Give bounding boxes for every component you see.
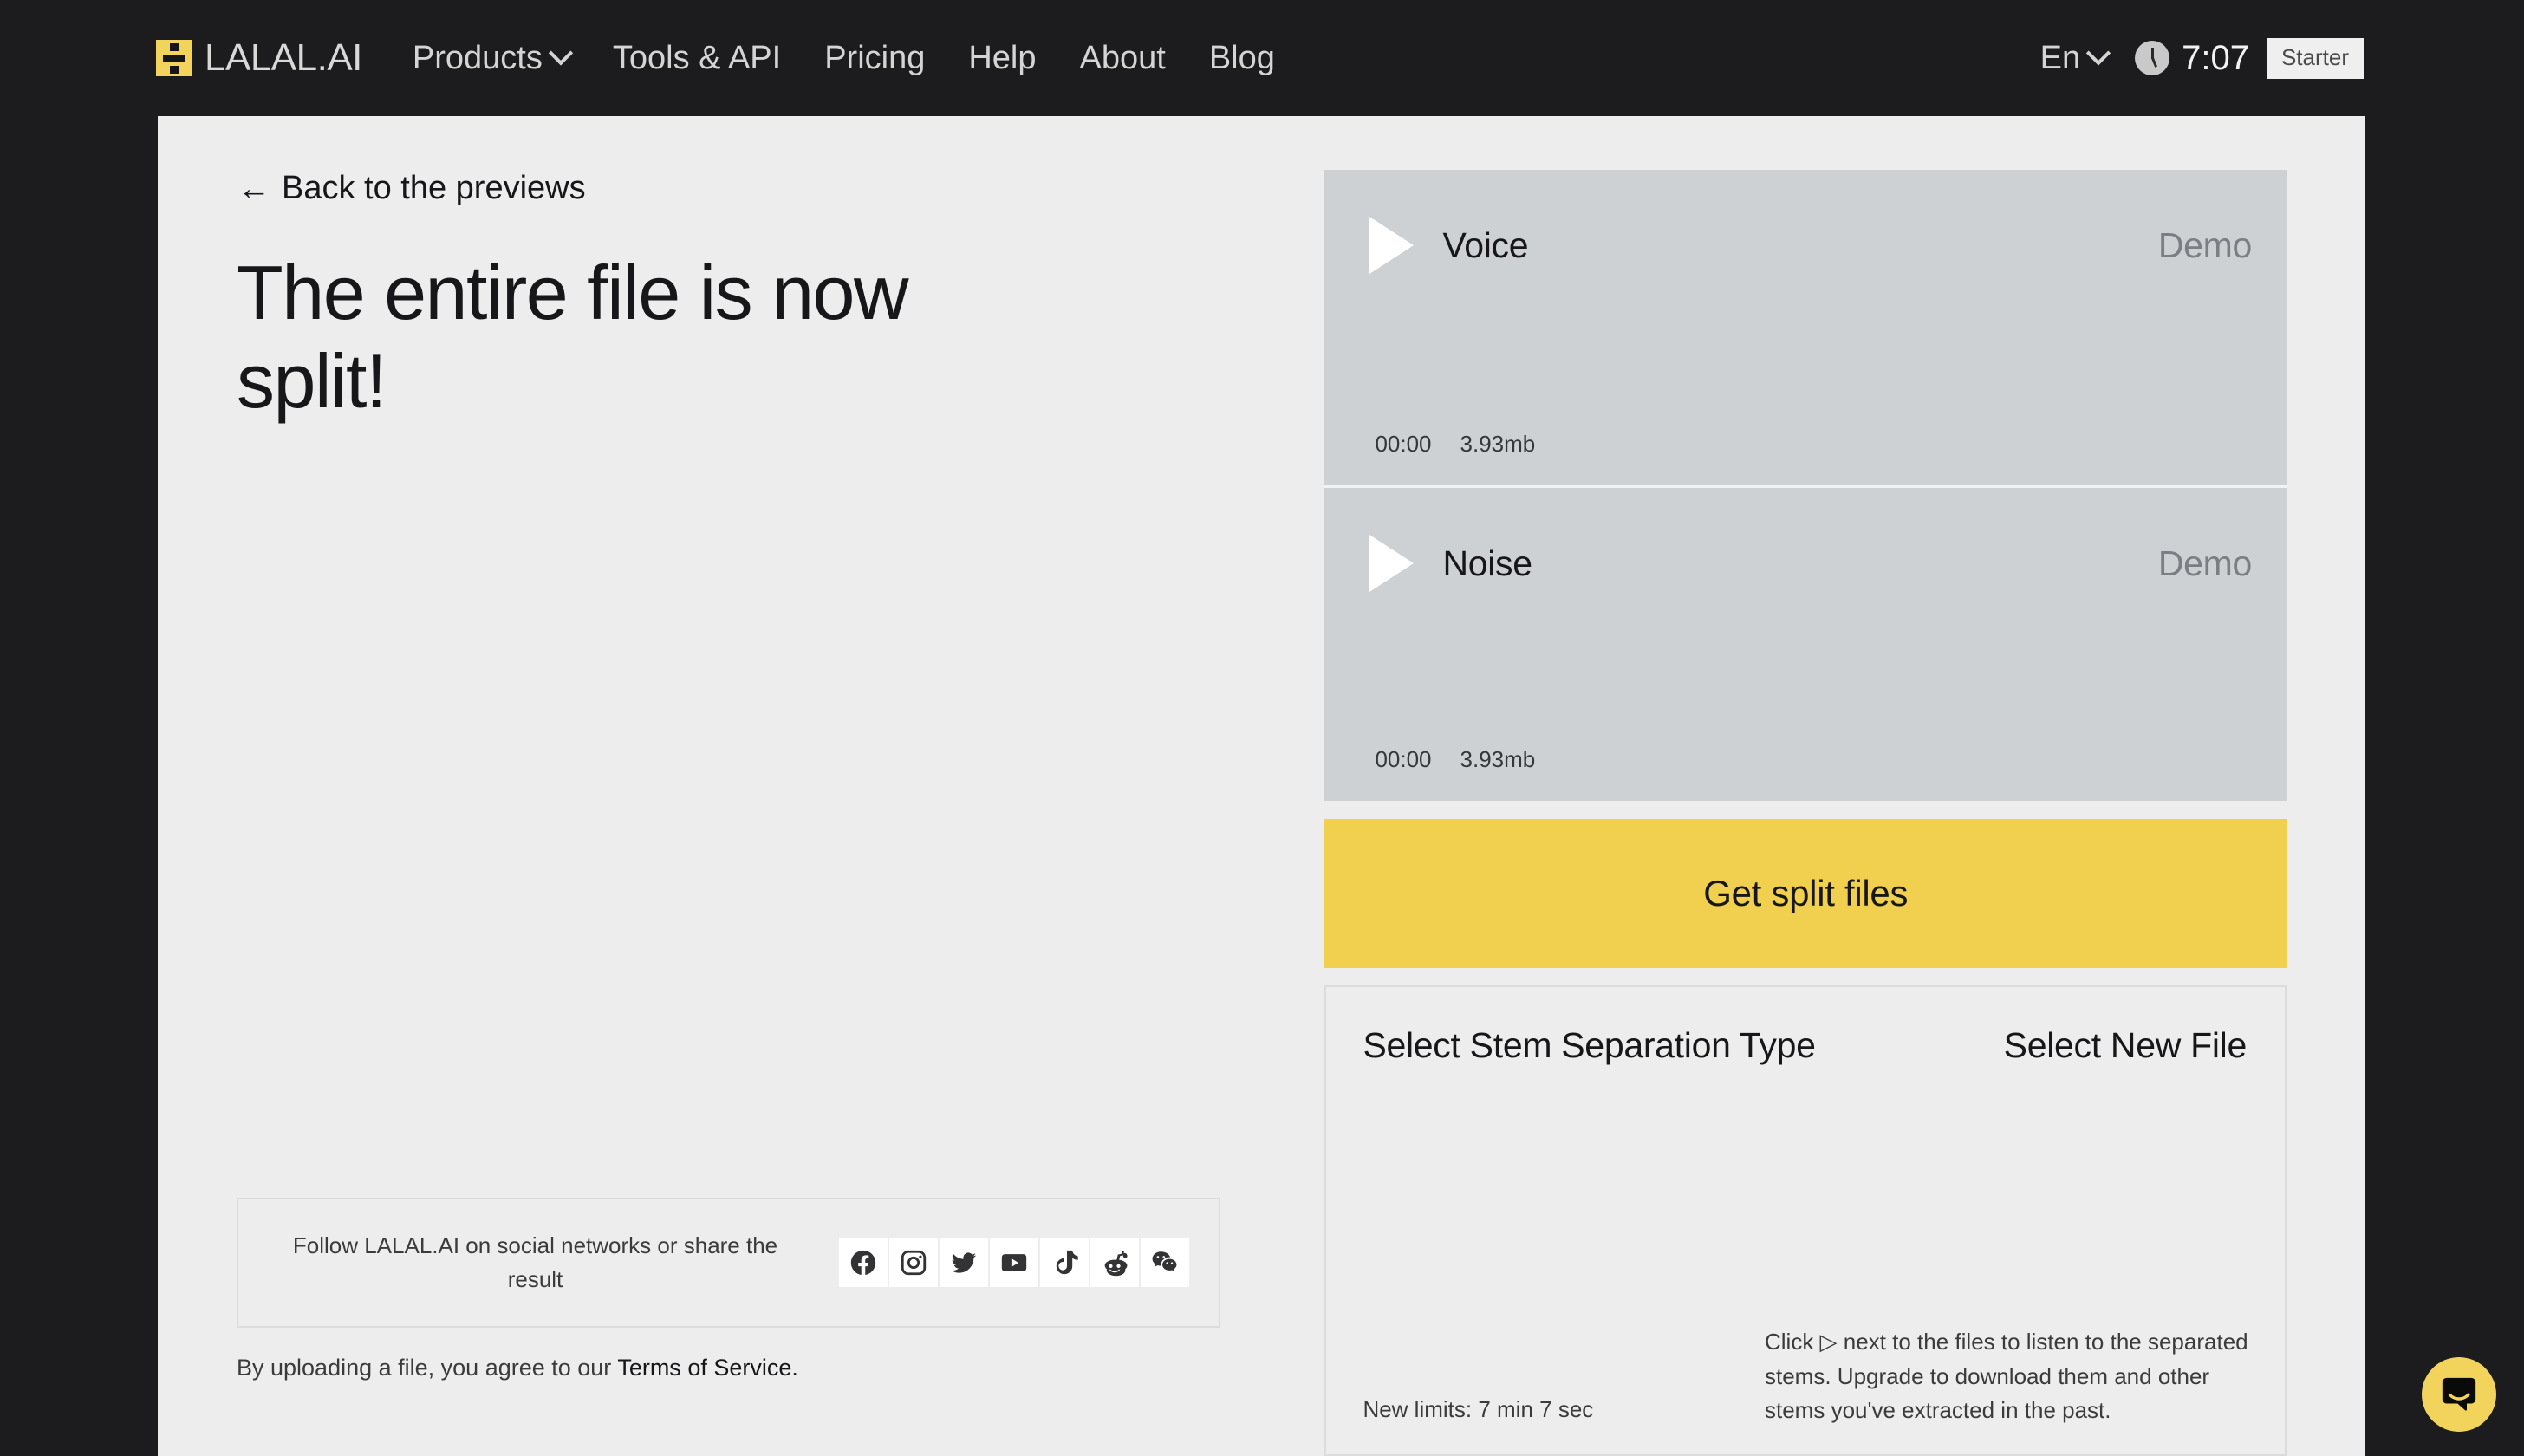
terms-of-service-link[interactable]: Terms of Service. xyxy=(617,1355,798,1381)
content-panel: ← Back to the previews The entire file i… xyxy=(158,116,2365,1456)
clock-icon xyxy=(2135,41,2170,75)
stem-size: 3.93mb xyxy=(1460,431,1536,457)
social-icon-list xyxy=(839,1238,1189,1287)
division-logo-icon xyxy=(156,40,192,76)
language-label: En xyxy=(2039,39,2081,76)
header-right-cluster: En 7:07 Starter xyxy=(2039,37,2364,79)
brand-name: LALAL.AI xyxy=(205,36,362,79)
back-link-label: Back to the previews xyxy=(282,170,586,206)
terms-line: By uploading a file, you agree to our Te… xyxy=(237,1355,798,1381)
right-column: Voice Demo 00:00 3.93mb Noise Demo 00:00… xyxy=(1324,170,2287,1456)
social-share-box: Follow LALAL.AI on social networks or sh… xyxy=(237,1198,1220,1328)
stem-tag: Demo xyxy=(2157,543,2252,583)
back-to-previews-link[interactable]: ← Back to the previews xyxy=(237,170,1298,207)
options-panel: Select Stem Separation Type Select New F… xyxy=(1324,985,2287,1456)
nav-item-help[interactable]: Help xyxy=(968,40,1036,77)
new-limits-text: New limits: 7 min 7 sec xyxy=(1363,1396,1594,1422)
main-navigation: Products Tools & API Pricing Help About … xyxy=(413,40,1275,77)
chat-launcher-button[interactable] xyxy=(2422,1357,2496,1432)
stem-time: 00:00 xyxy=(1375,746,1432,772)
wechat-icon[interactable] xyxy=(1141,1238,1189,1287)
stem-meta: 00:00 3.93mb xyxy=(1375,746,1535,773)
nav-item-about[interactable]: About xyxy=(1080,40,1166,77)
playback-hint-text: Click ▷ next to the files to listen to t… xyxy=(1765,1329,2248,1424)
select-stem-separation-type-link[interactable]: Select Stem Separation Type xyxy=(1363,1025,1815,1066)
stem-name: Noise xyxy=(1442,543,1532,583)
arrow-left-icon: ← xyxy=(237,170,270,207)
stem-name: Voice xyxy=(1442,224,1529,265)
time-remaining-value: 7:07 xyxy=(2182,38,2249,77)
terms-prefix: By uploading a file, you agree to our xyxy=(237,1355,618,1381)
nav-item-blog[interactable]: Blog xyxy=(1209,40,1275,77)
time-remaining-indicator: 7:07 Starter xyxy=(2135,37,2364,79)
instagram-icon[interactable] xyxy=(889,1238,938,1287)
select-new-file-link[interactable]: Select New File xyxy=(2004,1025,2248,1066)
reddit-icon[interactable] xyxy=(1090,1238,1139,1287)
twitter-icon[interactable] xyxy=(940,1238,988,1287)
youtube-icon[interactable] xyxy=(990,1238,1038,1287)
stem-player-noise: Noise Demo 00:00 3.93mb xyxy=(1324,485,2287,801)
nav-item-products[interactable]: Products xyxy=(412,39,574,77)
social-caption: Follow LALAL.AI on social networks or sh… xyxy=(292,1232,778,1292)
chevron-down-icon xyxy=(548,41,574,66)
site-header: LALAL.AI Products Tools & API Pricing He… xyxy=(0,0,2524,116)
play-icon[interactable] xyxy=(1369,217,1415,274)
plan-badge[interactable]: Starter xyxy=(2266,37,2364,79)
stem-size: 3.93mb xyxy=(1460,746,1536,772)
chevron-down-icon xyxy=(2085,41,2111,66)
left-column: ← Back to the previews The entire file i… xyxy=(234,170,1298,1456)
play-icon[interactable] xyxy=(1369,535,1415,592)
page-title: The entire file is now split! xyxy=(237,250,909,425)
get-split-files-button[interactable]: Get split files xyxy=(1324,819,2287,968)
stem-meta: 00:00 3.93mb xyxy=(1375,431,1535,458)
nav-item-pricing[interactable]: Pricing xyxy=(824,40,925,77)
language-selector[interactable]: En xyxy=(2039,39,2111,77)
stem-tag: Demo xyxy=(2157,224,2252,265)
stem-player-voice: Voice Demo 00:00 3.93mb xyxy=(1324,170,2287,485)
nav-item-tools-api[interactable]: Tools & API xyxy=(613,40,781,77)
stem-time: 00:00 xyxy=(1375,431,1432,457)
brand-logo[interactable]: LALAL.AI xyxy=(156,36,362,80)
facebook-icon[interactable] xyxy=(839,1238,888,1287)
nav-label: Products xyxy=(412,39,543,76)
chat-bubble-icon xyxy=(2442,1377,2476,1411)
tiktok-icon[interactable] xyxy=(1040,1238,1089,1287)
stem-player-list: Voice Demo 00:00 3.93mb Noise Demo 00:00… xyxy=(1324,170,2287,801)
